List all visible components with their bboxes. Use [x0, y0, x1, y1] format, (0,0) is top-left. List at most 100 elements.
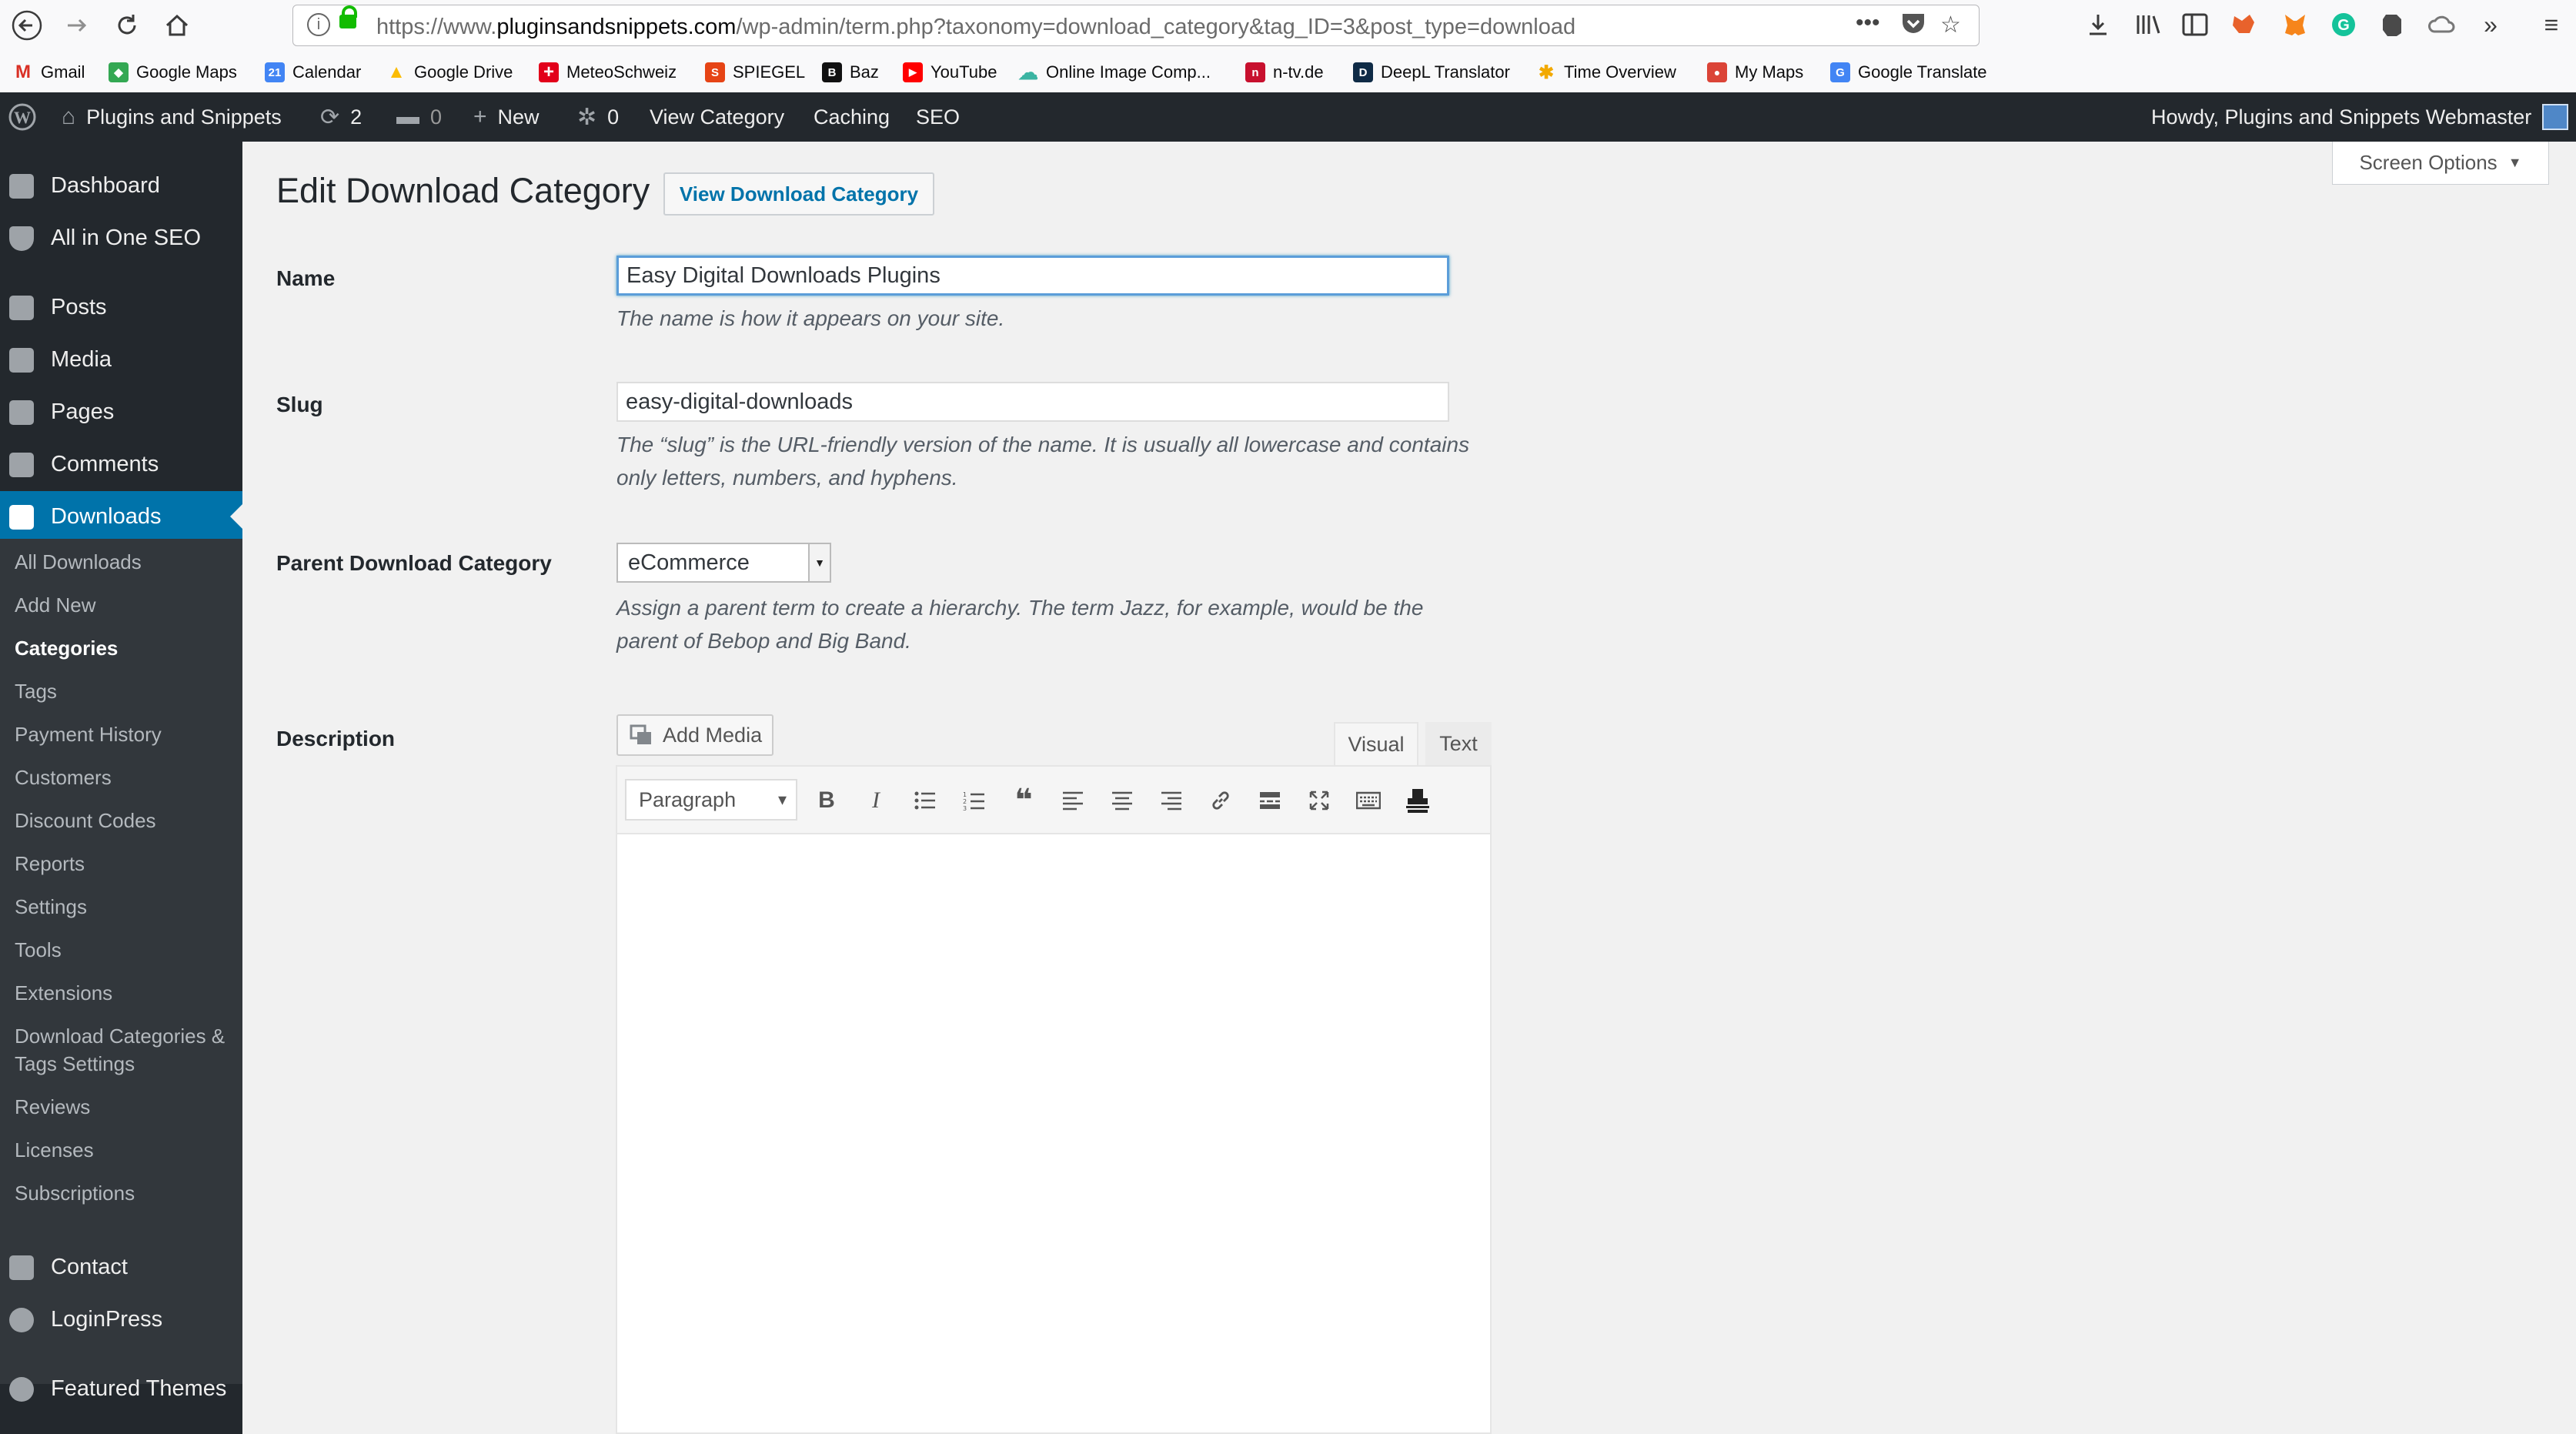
bookmark-online-image-comp[interactable]: ☁ Online Image Comp...: [1018, 60, 1211, 85]
admin-bar-site-name[interactable]: ⌂ Plugins and Snippets: [62, 92, 282, 142]
page-actions-icon[interactable]: •••: [1856, 10, 1880, 36]
sidebar-item-media[interactable]: Media: [0, 334, 242, 385]
submenu-payment-history[interactable]: Payment History: [15, 720, 162, 748]
view-download-category-button[interactable]: View Download Category: [663, 172, 934, 216]
admin-bar-woo[interactable]: ✲ 0: [577, 92, 619, 142]
sidebar-item-downloads[interactable]: Downloads: [0, 491, 242, 542]
submenu-tools[interactable]: Tools: [15, 936, 62, 964]
admin-bar-caching[interactable]: Caching: [814, 92, 890, 142]
tab-visual[interactable]: Visual: [1334, 722, 1418, 765]
sidebar-item-pages[interactable]: Pages: [0, 386, 242, 437]
align-right-icon[interactable]: [1151, 782, 1191, 819]
submenu-reviews[interactable]: Reviews: [15, 1093, 90, 1121]
editor-content-area[interactable]: [617, 834, 1490, 1432]
blockquote-icon[interactable]: ❝: [1004, 782, 1044, 819]
submenu-categories[interactable]: Categories: [15, 634, 118, 662]
metamask-icon[interactable]: [2278, 8, 2312, 42]
sidebar-item-label: Posts: [51, 294, 107, 319]
sidebar-item-comments[interactable]: Comments: [0, 439, 242, 490]
bold-icon[interactable]: B: [807, 782, 847, 819]
parent-category-select[interactable]: eCommerce ▼: [616, 543, 831, 583]
stamp-icon[interactable]: [1398, 782, 1438, 819]
downloads-icon[interactable]: [2081, 8, 2115, 42]
description-editor: Paragraph ▾ B I 123 ❝: [616, 765, 1492, 1434]
bookmark-spiegel[interactable]: S SPIEGEL: [705, 60, 805, 85]
submenu-reports[interactable]: Reports: [15, 850, 85, 877]
lock-icon[interactable]: [339, 5, 357, 28]
slug-field[interactable]: easy-digital-downloads: [616, 382, 1449, 422]
admin-bar-seo[interactable]: SEO: [916, 92, 960, 142]
admin-bar-view-category[interactable]: View Category: [650, 92, 784, 142]
bookmark-deepl[interactable]: D DeepL Translator: [1353, 60, 1510, 85]
bookmark-star-icon[interactable]: ☆: [1940, 12, 1961, 38]
add-media-button[interactable]: Add Media: [616, 714, 773, 756]
link-icon[interactable]: [1201, 782, 1241, 819]
bookmark-google-translate[interactable]: G Google Translate: [1830, 60, 1987, 85]
admin-bar-new[interactable]: + New: [473, 92, 540, 142]
sidebar-toggle-icon[interactable]: [2178, 8, 2212, 42]
name-field[interactable]: Easy Digital Downloads Plugins: [616, 256, 1449, 296]
grammarly-icon[interactable]: G: [2327, 8, 2360, 42]
submenu-extensions[interactable]: Extensions: [15, 979, 112, 1007]
home-icon[interactable]: [158, 6, 196, 45]
submenu-licenses[interactable]: Licenses: [15, 1136, 94, 1164]
name-help-text: The name is how it appears on your site.: [616, 306, 1005, 330]
wordpress-logo-icon[interactable]: W: [8, 92, 37, 142]
sidebar-item-dashboard[interactable]: Dashboard: [0, 160, 242, 211]
info-icon[interactable]: i: [307, 13, 330, 36]
sidebar-item-label: Comments: [51, 451, 159, 476]
bookmark-calendar[interactable]: 21 Calendar: [265, 60, 361, 85]
submenu-subscriptions[interactable]: Subscriptions: [15, 1179, 135, 1207]
keyboard-icon[interactable]: [1348, 782, 1388, 819]
bookmark-my-maps[interactable]: ● My Maps: [1707, 60, 1803, 85]
forward-arrow-icon[interactable]: [58, 6, 96, 45]
reload-icon[interactable]: [108, 6, 146, 45]
meteoschweiz-icon: +: [539, 62, 559, 82]
italic-icon[interactable]: I: [856, 782, 896, 819]
sidebar-item-posts[interactable]: Posts: [0, 282, 242, 333]
read-more-icon[interactable]: [1250, 782, 1290, 819]
bookmark-time-overview[interactable]: ✱ Time Overview: [1536, 60, 1676, 85]
bookmark-google-drive[interactable]: ▲ Google Drive: [386, 60, 513, 85]
align-left-icon[interactable]: [1053, 782, 1093, 819]
numbered-list-icon[interactable]: 123: [954, 782, 994, 819]
hamburger-menu-icon[interactable]: ≡: [2534, 8, 2568, 42]
bookmark-gmail[interactable]: M Gmail: [13, 60, 85, 85]
align-center-icon[interactable]: [1102, 782, 1142, 819]
library-icon[interactable]: [2132, 8, 2166, 42]
screen-options-button[interactable]: Screen Options ▼: [2332, 142, 2549, 185]
back-arrow-icon[interactable]: [8, 6, 46, 45]
url-text[interactable]: https://www.pluginsandsnippets.com/wp-ad…: [376, 15, 1575, 40]
submenu-download-categories-tags-settings[interactable]: Download Categories & Tags Settings: [15, 1022, 238, 1078]
fullscreen-icon[interactable]: [1299, 782, 1339, 819]
evernote-icon[interactable]: [2375, 8, 2409, 42]
pocket-icon[interactable]: [1900, 12, 1926, 42]
sidebar-item-loginpress[interactable]: LoginPress: [0, 1294, 242, 1345]
admin-bar-updates[interactable]: ⟳ 2: [320, 92, 362, 142]
woo-icon: ✲: [577, 104, 597, 130]
submenu-settings[interactable]: Settings: [15, 893, 87, 921]
submenu-add-new[interactable]: Add New: [15, 591, 96, 619]
bookmark-meteoschweiz[interactable]: + MeteoSchweiz: [539, 60, 677, 85]
bulleted-list-icon[interactable]: [905, 782, 945, 819]
editor-toolbar: Paragraph ▾ B I 123 ❝: [617, 767, 1490, 834]
bookmark-n-tv[interactable]: n n-tv.de: [1245, 60, 1324, 85]
admin-bar-comments[interactable]: ▬ 0: [396, 92, 442, 142]
extension-fox-icon[interactable]: [2227, 8, 2261, 42]
tab-text[interactable]: Text: [1425, 722, 1492, 765]
url-bar[interactable]: i https://www.pluginsandsnippets.com/wp-…: [292, 5, 1980, 46]
format-select[interactable]: Paragraph ▾: [625, 779, 797, 821]
bookmark-baz[interactable]: B Baz: [822, 60, 879, 85]
submenu-tags[interactable]: Tags: [15, 677, 57, 705]
sidebar-item-contact[interactable]: Contact: [0, 1242, 242, 1292]
submenu-discount-codes[interactable]: Discount Codes: [15, 807, 156, 834]
submenu-customers[interactable]: Customers: [15, 764, 112, 791]
admin-bar-my-account[interactable]: Howdy, Plugins and Snippets Webmaster: [2151, 92, 2569, 142]
bookmark-youtube[interactable]: ▶ YouTube: [903, 60, 997, 85]
overflow-chevron-icon[interactable]: »: [2474, 8, 2508, 42]
sidebar-item-all-in-one-seo[interactable]: All in One SEO: [0, 212, 242, 263]
cloud-sync-icon[interactable]: [2424, 8, 2458, 42]
submenu-all-downloads[interactable]: All Downloads: [15, 548, 142, 576]
bookmark-google-maps[interactable]: ◆ Google Maps: [109, 60, 237, 85]
sidebar-item-featured-themes[interactable]: Featured Themes: [0, 1363, 242, 1414]
